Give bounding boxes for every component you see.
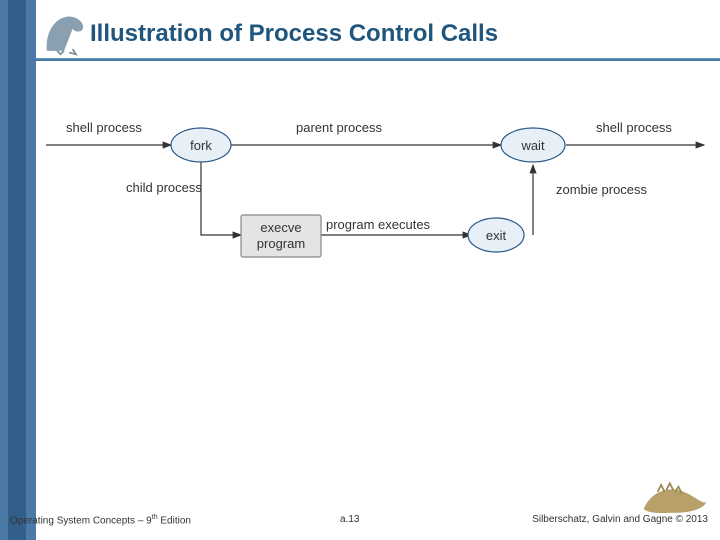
label-program-executes: program executes (326, 217, 430, 232)
slide-title: Illustration of Process Control Calls (90, 20, 498, 48)
slide: Illustration of Process Control Calls sh… (0, 0, 720, 540)
node-exit: exit (486, 228, 507, 243)
label-shell-process-left: shell process (66, 120, 142, 135)
label-shell-process-right: shell process (596, 120, 672, 135)
footer-copyright: Silberschatz, Galvin and Gagne © 2013 (532, 514, 708, 525)
label-child-process: child process (126, 180, 202, 195)
node-wait: wait (520, 138, 545, 153)
dinosaur-right-icon (640, 478, 710, 518)
process-control-diagram: shell process parent process shell proce… (36, 90, 720, 290)
node-execve-line2: program (257, 236, 305, 251)
title-underline (36, 58, 720, 61)
label-zombie-process: zombie process (556, 182, 647, 197)
label-parent-process: parent process (296, 120, 382, 135)
left-stripe-inner (8, 0, 26, 540)
node-fork: fork (190, 138, 212, 153)
dinosaur-left-icon (38, 8, 90, 56)
left-stripe (0, 0, 36, 540)
footer-book-prefix: Operating System Concepts – 9 (10, 515, 152, 526)
node-execve-line1: execve (260, 220, 301, 235)
footer-book: Operating System Concepts – 9th Edition (10, 514, 191, 526)
footer-book-suffix: Edition (158, 515, 191, 526)
footer-page: a.13 (340, 514, 359, 525)
footer: Operating System Concepts – 9th Edition … (0, 514, 720, 534)
